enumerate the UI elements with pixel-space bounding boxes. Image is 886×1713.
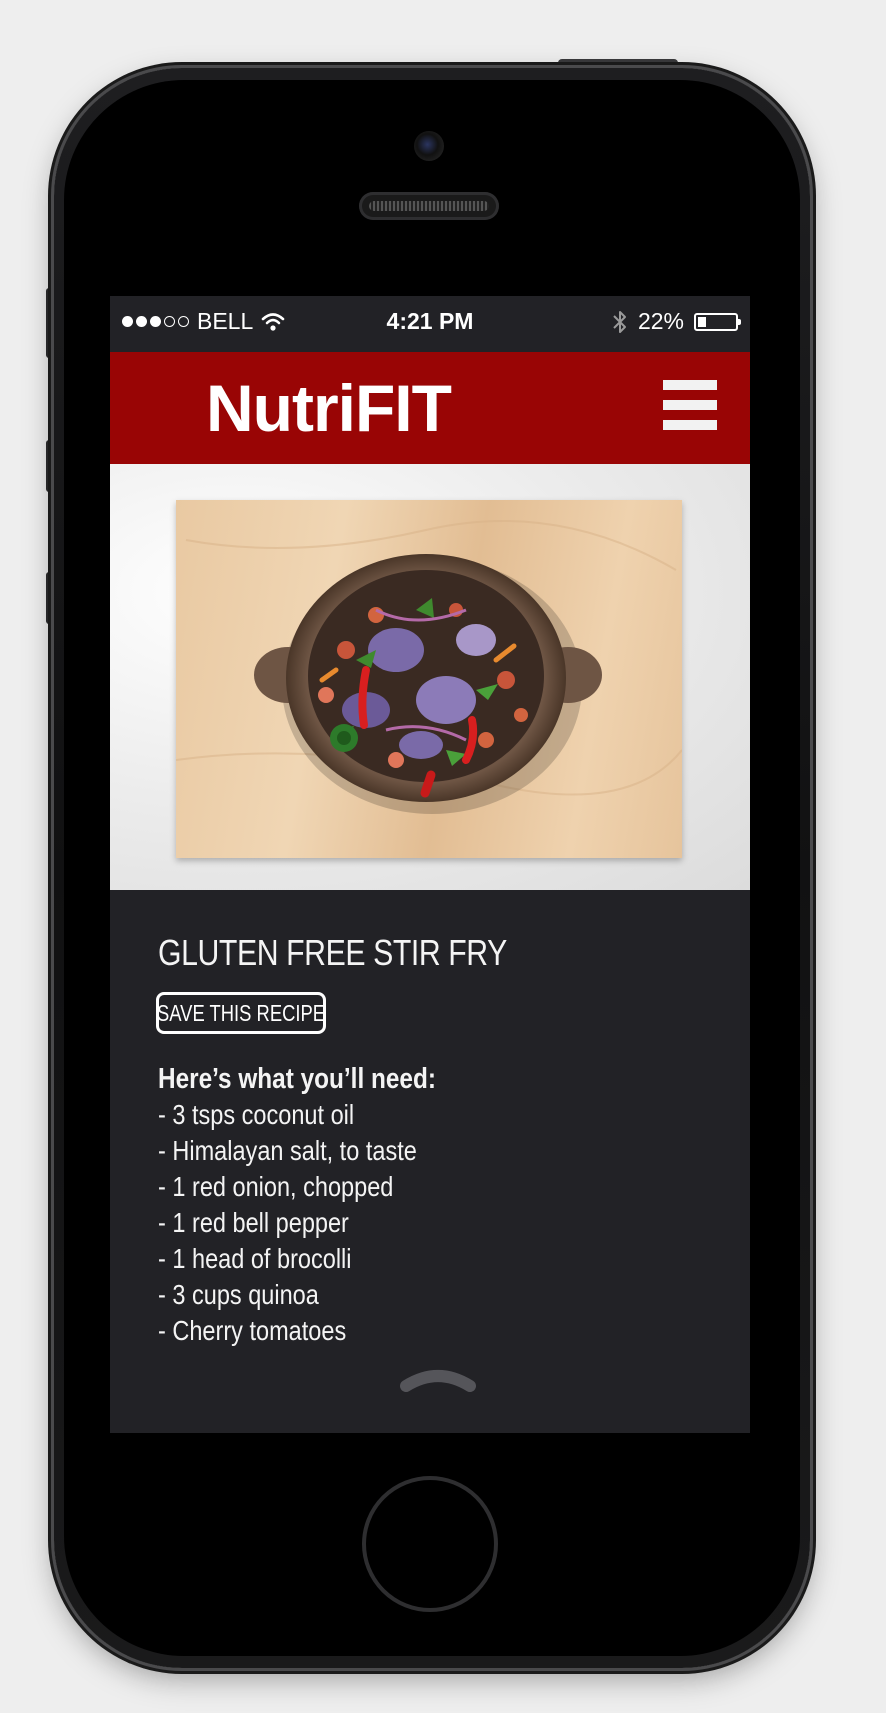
battery-level [698, 316, 706, 327]
app-header: NutriFIT [110, 352, 750, 464]
save-recipe-button[interactable]: SAVE THIS RECIPE [156, 992, 326, 1034]
save-recipe-label: SAVE THIS RECIPE [156, 999, 326, 1026]
device-mockup: BELL 4:21 PM 22% NutriFIT GLUTEN FREE ST… [0, 0, 886, 1713]
earpiece-speaker [359, 192, 499, 220]
status-right: 22% [612, 308, 741, 335]
front-camera [414, 131, 444, 161]
app-screen: BELL 4:21 PM 22% NutriFIT GLUTEN FREE ST… [110, 296, 750, 1433]
ingredients-section: Here’s what you’ll need: - 3 tsps coconu… [158, 1061, 436, 1349]
bluetooth-icon [613, 310, 626, 333]
battery-percent: 22% [637, 308, 684, 334]
recipe-title: GLUTEN FREE STIR FRY [158, 932, 507, 973]
ingredient-item: - 1 red onion, chopped [158, 1171, 394, 1202]
battery-icon [694, 312, 741, 331]
ingredient-item: - 3 tsps coconut oil [158, 1099, 355, 1130]
menu-bar [663, 420, 717, 430]
ingredient-item: - Cherry tomatoes [158, 1315, 347, 1346]
recipe-hero-image [110, 464, 750, 890]
ingredient-item: - 1 head of brocolli [158, 1243, 352, 1274]
cutting-board [176, 500, 682, 858]
ingredient-item: - 3 cups quinoa [158, 1279, 319, 1310]
ingredient-item: - 1 red bell pepper [158, 1207, 349, 1238]
status-bar: BELL 4:21 PM 22% [110, 296, 750, 352]
ingredients-heading: Here’s what you’ll need: [158, 1063, 436, 1095]
stir-fry-bowl-illustration [176, 520, 682, 814]
app-logo-title: NutriFIT [206, 371, 452, 445]
menu-bar [663, 400, 717, 410]
home-button[interactable] [362, 1476, 498, 1612]
ingredient-item: - Himalayan salt, to taste [158, 1135, 417, 1166]
hamburger-menu-icon[interactable] [663, 380, 717, 430]
pull-up-handle-icon[interactable] [398, 1366, 478, 1396]
menu-bar [663, 380, 717, 390]
